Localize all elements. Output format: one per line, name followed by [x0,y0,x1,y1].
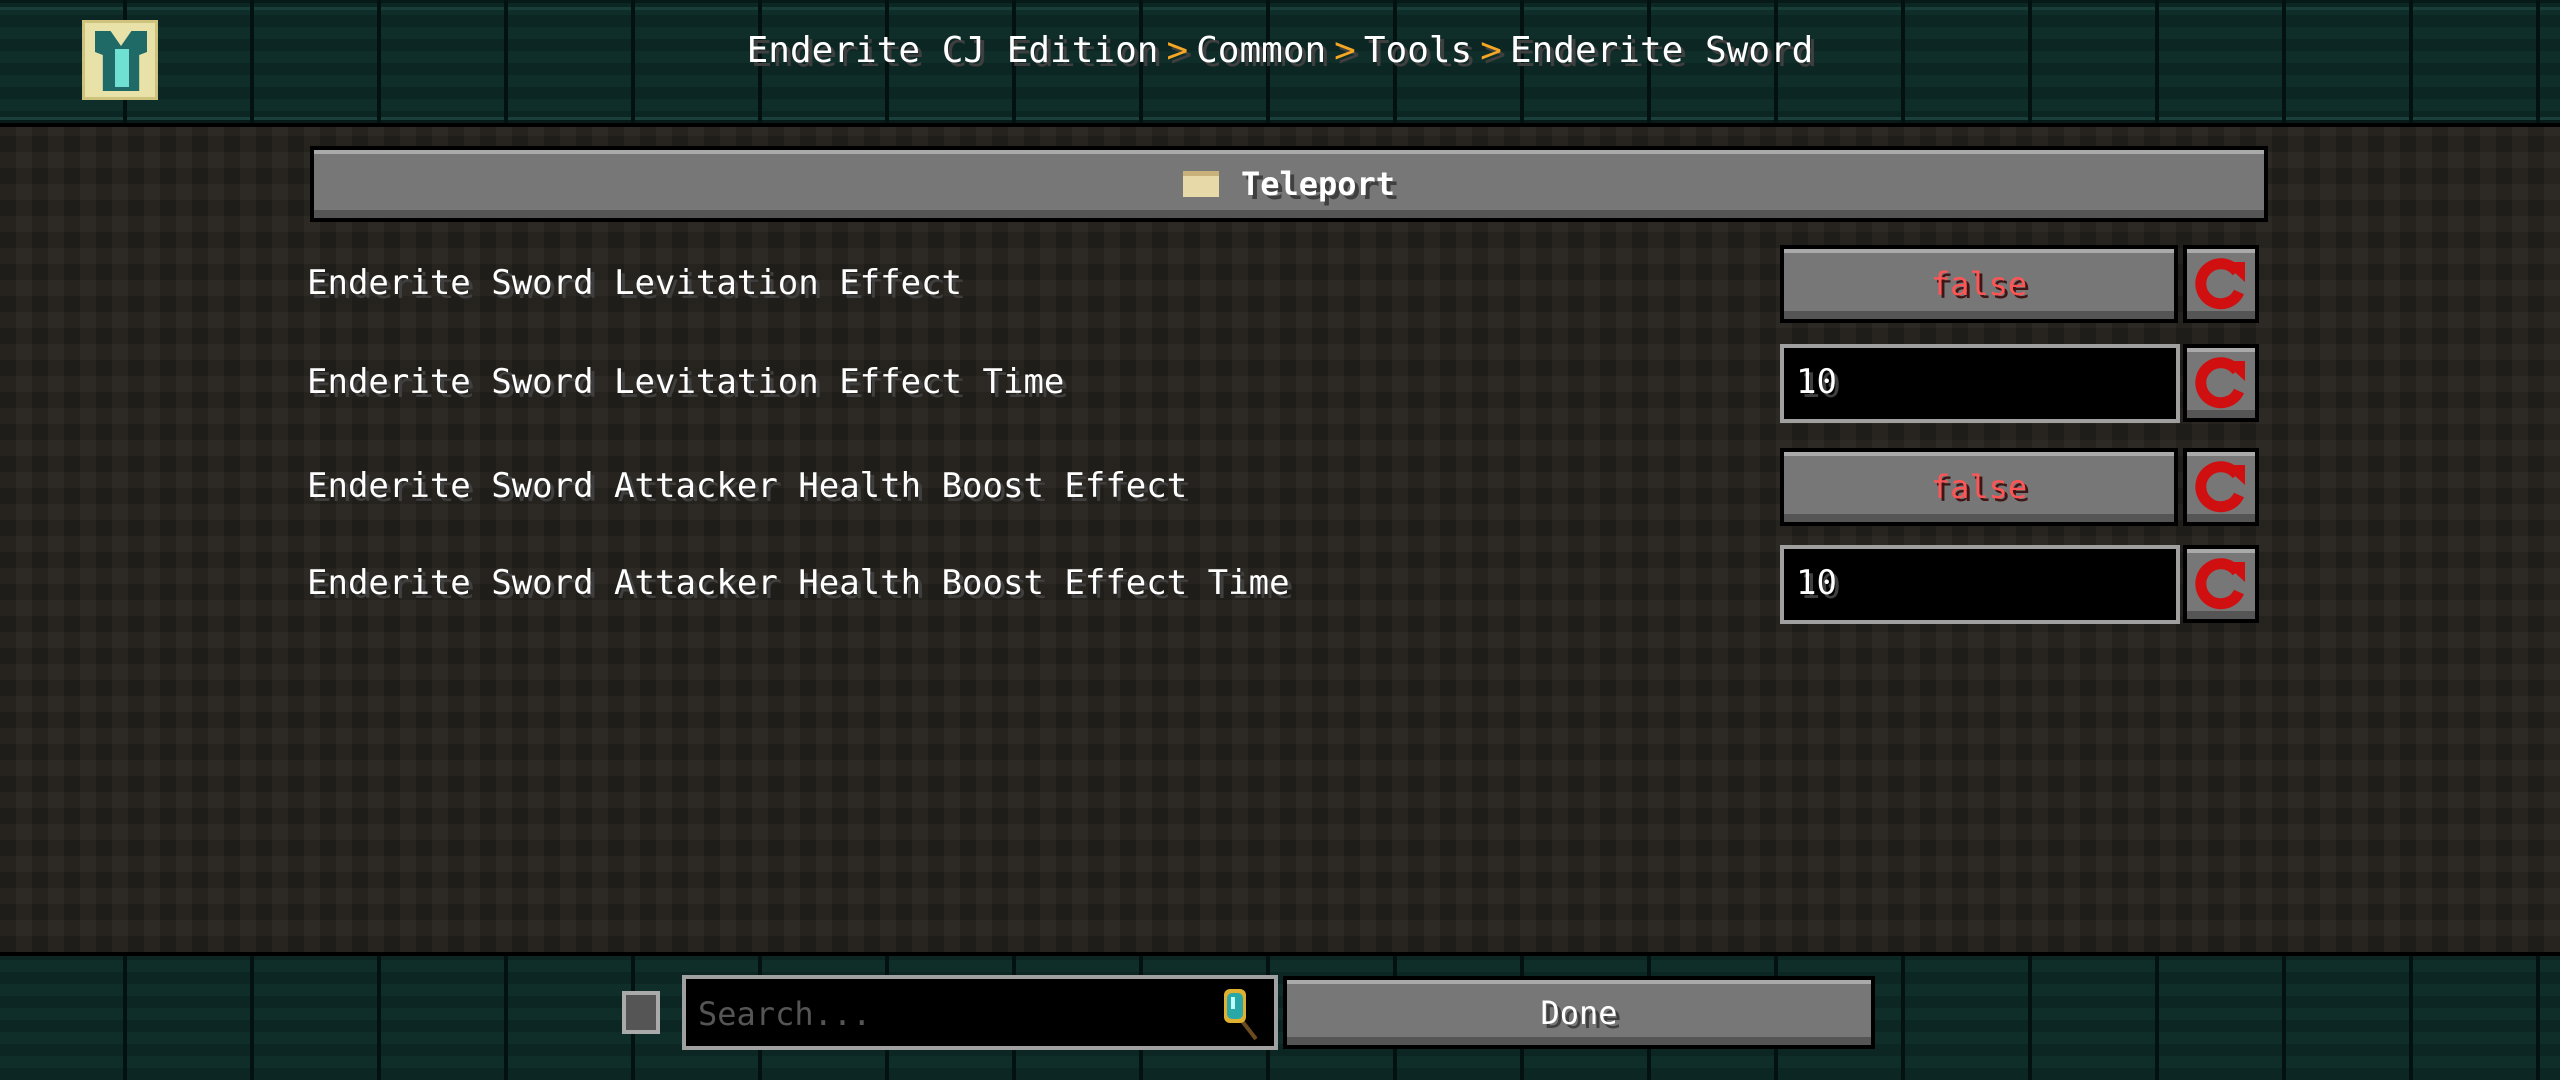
reset-icon [2195,357,2245,409]
section-teleport-button[interactable]: Teleport [310,146,2268,222]
reset-button[interactable] [2183,448,2259,526]
option-value-input[interactable]: 10 [1780,545,2180,624]
chevron-right-icon: > [1334,30,1356,71]
input-value: 10 [1796,563,1837,603]
breadcrumb: Enderite CJ Edition > Common > Tools > Enderit… [0,30,2560,71]
done-label: Done [1540,993,1618,1032]
reset-button[interactable] [2183,344,2259,422]
magnifier-icon [1224,989,1258,1041]
search-input[interactable]: Search... [682,975,1278,1050]
option-label: Enderite Sword Attacker Health Boost Eff… [307,563,1290,603]
input-value: 10 [1796,362,1837,402]
option-label: Enderite Sword Attacker Health Boost Eff… [307,466,1188,506]
reset-button[interactable] [2183,245,2259,323]
breadcrumb-item[interactable]: Common [1196,30,1326,71]
done-button[interactable]: Done [1283,976,1875,1049]
chevron-right-icon: > [1166,30,1189,71]
reset-icon [2195,558,2245,610]
reset-icon [2195,258,2245,310]
option-toggle-button[interactable]: false [1780,448,2178,526]
reset-button[interactable] [2183,545,2259,623]
option-toggle-button[interactable]: false [1780,245,2178,323]
folder-icon [1182,171,1219,197]
reset-icon [2195,461,2245,513]
search-placeholder: Search... [698,995,872,1033]
option-label: Enderite Sword Levitation Effect Time [307,362,1065,402]
breadcrumb-item[interactable]: Tools [1364,30,1472,71]
breadcrumb-item[interactable]: Enderite CJ Edition [747,30,1159,71]
footer [0,952,2560,1080]
toggle-value: false [1930,468,2028,506]
option-label: Enderite Sword Levitation Effect [307,263,963,303]
filter-checkbox[interactable] [622,991,660,1034]
chevron-right-icon: > [1480,30,1502,71]
toggle-value: false [1930,265,2028,303]
breadcrumb-item-current: Enderite Sword [1509,30,1814,71]
section-label: Teleport [1240,165,1396,203]
option-value-input[interactable]: 10 [1780,344,2180,423]
